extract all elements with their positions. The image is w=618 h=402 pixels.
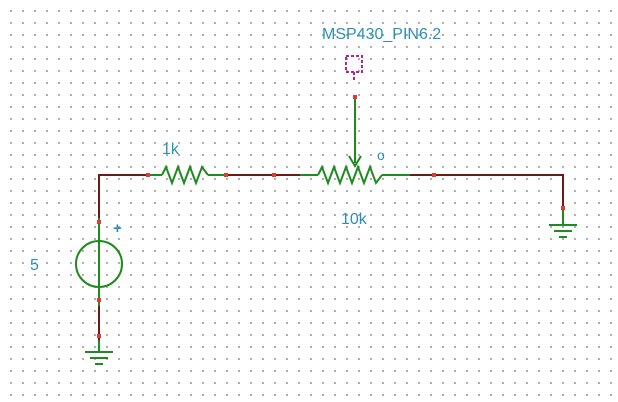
wires (98, 174, 564, 340)
ground-right[interactable] (549, 208, 577, 238)
pin-marker (97, 334, 101, 338)
probe-net-label: MSP430_PIN6.2 (322, 26, 441, 43)
source-value-label: 5 (30, 257, 39, 274)
wire-source-to-resistor[interactable] (98, 174, 150, 222)
pin-marker (272, 173, 276, 177)
pin-marker (146, 173, 150, 177)
probe-terminal-icon (345, 55, 363, 73)
pin-marker (561, 206, 565, 210)
schematic-canvas[interactable]: + 5 1k o 10k MSP430_PIN6.2 (0, 0, 618, 402)
pin-marker (97, 220, 101, 224)
pin-markers (97, 95, 565, 338)
pot-value-label: 10k (341, 211, 368, 228)
pin-marker (432, 173, 436, 177)
pin-marker (224, 173, 228, 177)
pot-wiper-marker: o (377, 147, 385, 163)
source-polarity-label: + (113, 220, 122, 237)
pin-marker (353, 95, 357, 99)
pin-marker (97, 298, 101, 302)
resistor-1k[interactable]: 1k (150, 141, 226, 186)
probe-msp430-pin[interactable]: MSP430_PIN6.2 (322, 26, 441, 82)
ground-left[interactable] (85, 340, 113, 365)
wire-pot-to-ground[interactable] (410, 174, 564, 208)
voltage-source[interactable]: + 5 (30, 218, 123, 306)
resistor-value-label: 1k (162, 141, 180, 158)
potentiometer-10k[interactable]: o 10k (300, 97, 410, 228)
